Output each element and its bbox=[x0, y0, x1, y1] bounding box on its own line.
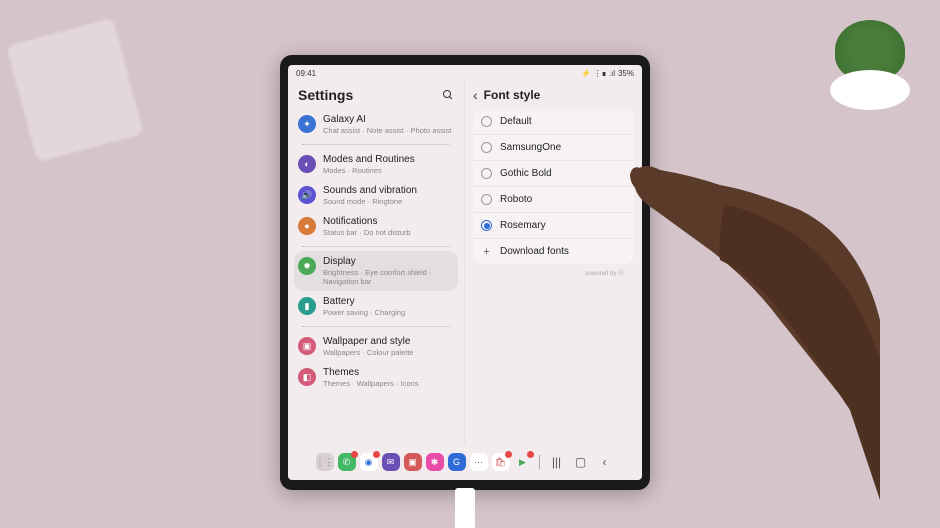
dock-app-4[interactable]: ▣ bbox=[404, 453, 422, 471]
tablet-screen: 09:41 ⚡ ⋮∎ .ıl 35% Settings ✦ Galaxy AICh… bbox=[288, 65, 642, 480]
dock-app-1[interactable]: ✆ bbox=[338, 453, 356, 471]
nav-back[interactable]: ‹ bbox=[595, 455, 615, 469]
radio-icon bbox=[481, 116, 492, 127]
setting-label: Wallpaper and style bbox=[323, 336, 454, 348]
badge-icon bbox=[505, 451, 512, 458]
setting-sub: Chat assist · Note assist · Photo assist bbox=[323, 126, 454, 135]
font-option-default[interactable]: Default bbox=[473, 109, 634, 135]
setting-label: Display bbox=[323, 256, 454, 268]
badge-icon bbox=[351, 451, 358, 458]
settings-item-themes[interactable]: ◧ ThemesThemes · Wallpapers · Icons bbox=[294, 362, 458, 393]
status-signal: ⚡ ⋮∎ .ıl bbox=[581, 69, 615, 78]
font-label: SamsungOne bbox=[500, 142, 561, 153]
tablet-device: 09:41 ⚡ ⋮∎ .ıl 35% Settings ✦ Galaxy AICh… bbox=[280, 55, 650, 490]
dock-app-3[interactable]: ✉ bbox=[382, 453, 400, 471]
nav-dock: ⋮⋮✆◉✉▣✱G⋯🛍▶ ||| ▢ ‹ bbox=[288, 444, 642, 480]
dock-app-5[interactable]: ✱ bbox=[426, 453, 444, 471]
nav-recent[interactable]: ||| bbox=[547, 455, 567, 469]
radio-icon bbox=[481, 194, 492, 205]
nav-home[interactable]: ▢ bbox=[571, 455, 591, 469]
back-icon[interactable]: ‹ bbox=[473, 87, 478, 103]
setting-label: Galaxy AI bbox=[323, 114, 454, 126]
setting-icon: ✹ bbox=[298, 257, 316, 275]
detail-title: Font style bbox=[484, 88, 541, 102]
settings-item-battery[interactable]: ▮ BatteryPower saving · Charging bbox=[294, 291, 458, 322]
status-time: 09:41 bbox=[296, 69, 316, 78]
setting-sub: Themes · Wallpapers · Icons bbox=[323, 379, 454, 388]
divider bbox=[302, 326, 450, 327]
search-icon[interactable] bbox=[442, 89, 454, 101]
font-label: Default bbox=[500, 116, 532, 127]
desk-prism bbox=[6, 18, 143, 162]
font-label: Gothic Bold bbox=[500, 168, 552, 179]
detail-pane: ‹ Font style Default SamsungOne Gothic Bol… bbox=[465, 81, 642, 444]
desk-plant bbox=[820, 10, 920, 110]
radio-icon bbox=[481, 142, 492, 153]
font-option-roboto[interactable]: Roboto bbox=[473, 187, 634, 213]
badge-icon bbox=[373, 451, 380, 458]
divider bbox=[302, 144, 450, 145]
dock-app-7[interactable]: ⋯ bbox=[470, 453, 488, 471]
setting-label: Modes and Routines bbox=[323, 154, 454, 166]
setting-label: Sounds and vibration bbox=[323, 185, 454, 197]
settings-item-notifications[interactable]: ● NotificationsStatus bar · Do not distur… bbox=[294, 211, 458, 242]
setting-icon: ▣ bbox=[298, 337, 316, 355]
settings-item-modes-and-routines[interactable]: ◐ Modes and RoutinesModes · Routines bbox=[294, 149, 458, 180]
setting-sub: Sound mode · Ringtone bbox=[323, 197, 454, 206]
setting-icon: 🔊 bbox=[298, 186, 316, 204]
settings-item-galaxy-ai[interactable]: ✦ Galaxy AIChat assist · Note assist · Ph… bbox=[294, 109, 458, 140]
nav-separator bbox=[539, 455, 540, 469]
setting-icon: ▮ bbox=[298, 297, 316, 315]
plus-icon: + bbox=[481, 246, 492, 257]
font-options-list: Default SamsungOne Gothic Bold Roboto Rosema… bbox=[473, 109, 634, 264]
font-label: Roboto bbox=[500, 194, 532, 205]
font-option-rosemary[interactable]: Rosemary bbox=[473, 213, 634, 239]
setting-sub: Status bar · Do not disturb bbox=[323, 228, 454, 237]
setting-sub: Brightness · Eye comfort shield · Naviga… bbox=[323, 268, 454, 286]
usb-cable bbox=[455, 488, 475, 528]
dock-app-2[interactable]: ◉ bbox=[360, 453, 378, 471]
settings-list: ✦ Galaxy AIChat assist · Note assist · Ph… bbox=[288, 109, 464, 444]
font-label: Rosemary bbox=[500, 220, 546, 231]
settings-item-wallpaper-and-style[interactable]: ▣ Wallpaper and styleWallpapers · Colour … bbox=[294, 331, 458, 362]
setting-sub: Modes · Routines bbox=[323, 166, 454, 175]
dock-app-0[interactable]: ⋮⋮ bbox=[316, 453, 334, 471]
font-option-gothic-bold[interactable]: Gothic Bold bbox=[473, 161, 634, 187]
settings-pane: Settings ✦ Galaxy AIChat assist · Note as… bbox=[288, 81, 465, 444]
radio-icon bbox=[481, 168, 492, 179]
status-bar: 09:41 ⚡ ⋮∎ .ıl 35% bbox=[288, 65, 642, 81]
setting-icon: ◐ bbox=[298, 155, 316, 173]
divider bbox=[302, 246, 450, 247]
setting-label: Notifications bbox=[323, 216, 454, 228]
setting-sub: Wallpapers · Colour palette bbox=[323, 348, 454, 357]
font-option-samsungone[interactable]: SamsungOne bbox=[473, 135, 634, 161]
setting-icon: ● bbox=[298, 217, 316, 235]
setting-icon: ✦ bbox=[298, 115, 316, 133]
radio-icon bbox=[481, 220, 492, 231]
powered-by: powered by ⓜ bbox=[473, 264, 634, 281]
dock-app-9[interactable]: ▶ bbox=[514, 453, 532, 471]
settings-item-sounds-and-vibration[interactable]: 🔊 Sounds and vibrationSound mode · Ringto… bbox=[294, 180, 458, 211]
status-battery: 35% bbox=[618, 69, 634, 78]
download-fonts[interactable]: + Download fonts bbox=[473, 239, 634, 264]
badge-icon bbox=[527, 451, 534, 458]
setting-label: Battery bbox=[323, 296, 454, 308]
settings-item-display[interactable]: ✹ DisplayBrightness · Eye comfort shield … bbox=[294, 251, 458, 291]
settings-title: Settings bbox=[298, 87, 353, 103]
setting-label: Themes bbox=[323, 367, 454, 379]
dock-app-8[interactable]: 🛍 bbox=[492, 453, 510, 471]
download-label: Download fonts bbox=[500, 246, 569, 257]
dock-app-6[interactable]: G bbox=[448, 453, 466, 471]
setting-icon: ◧ bbox=[298, 368, 316, 386]
setting-sub: Power saving · Charging bbox=[323, 308, 454, 317]
